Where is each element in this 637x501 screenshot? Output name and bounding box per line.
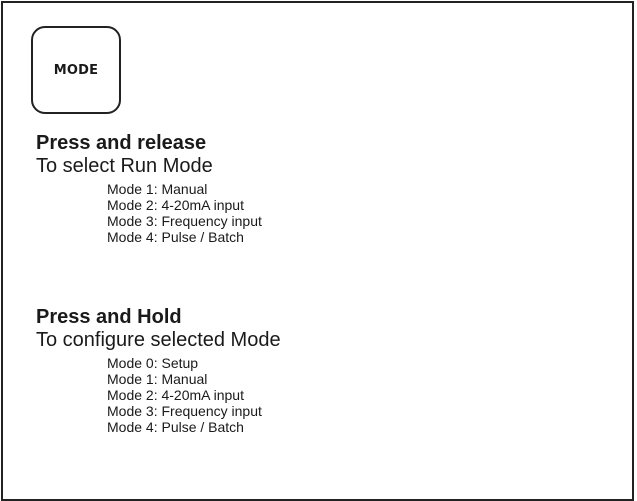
- press-release-heading: Press and release: [36, 132, 207, 154]
- mode-button-label: MODE: [53, 62, 99, 78]
- config-mode-list: Mode 0: Setup Mode 1: Manual Mode 2: 4-2…: [107, 355, 281, 435]
- list-item: Mode 0: Setup: [107, 355, 199, 371]
- list-item: Mode 1: Manual: [107, 181, 208, 197]
- mode-button[interactable]: MODE: [31, 26, 121, 114]
- list-item: Mode 2: 4-20mA input: [107, 387, 244, 403]
- run-mode-list: Mode 1: Manual Mode 2: 4-20mA input Mode…: [107, 181, 262, 245]
- press-release-subheading: To select Run Mode: [36, 155, 213, 177]
- press-release-section: Press and release To select Run Mode Mod…: [36, 131, 262, 245]
- list-item: Mode 4: Pulse / Batch: [107, 419, 244, 435]
- list-item: Mode 1: Manual: [107, 371, 208, 387]
- press-hold-section: Press and Hold To configure selected Mod…: [36, 305, 281, 435]
- press-hold-subheading: To configure selected Mode: [36, 329, 281, 351]
- press-hold-heading: Press and Hold: [36, 306, 182, 328]
- list-item: Mode 2: 4-20mA input: [107, 197, 244, 213]
- list-item: Mode 4: Pulse / Batch: [107, 229, 244, 245]
- list-item: Mode 3: Frequency input: [107, 213, 262, 229]
- list-item: Mode 3: Frequency input: [107, 403, 262, 419]
- instruction-panel: MODE Press and release To select Run Mod…: [1, 1, 634, 501]
